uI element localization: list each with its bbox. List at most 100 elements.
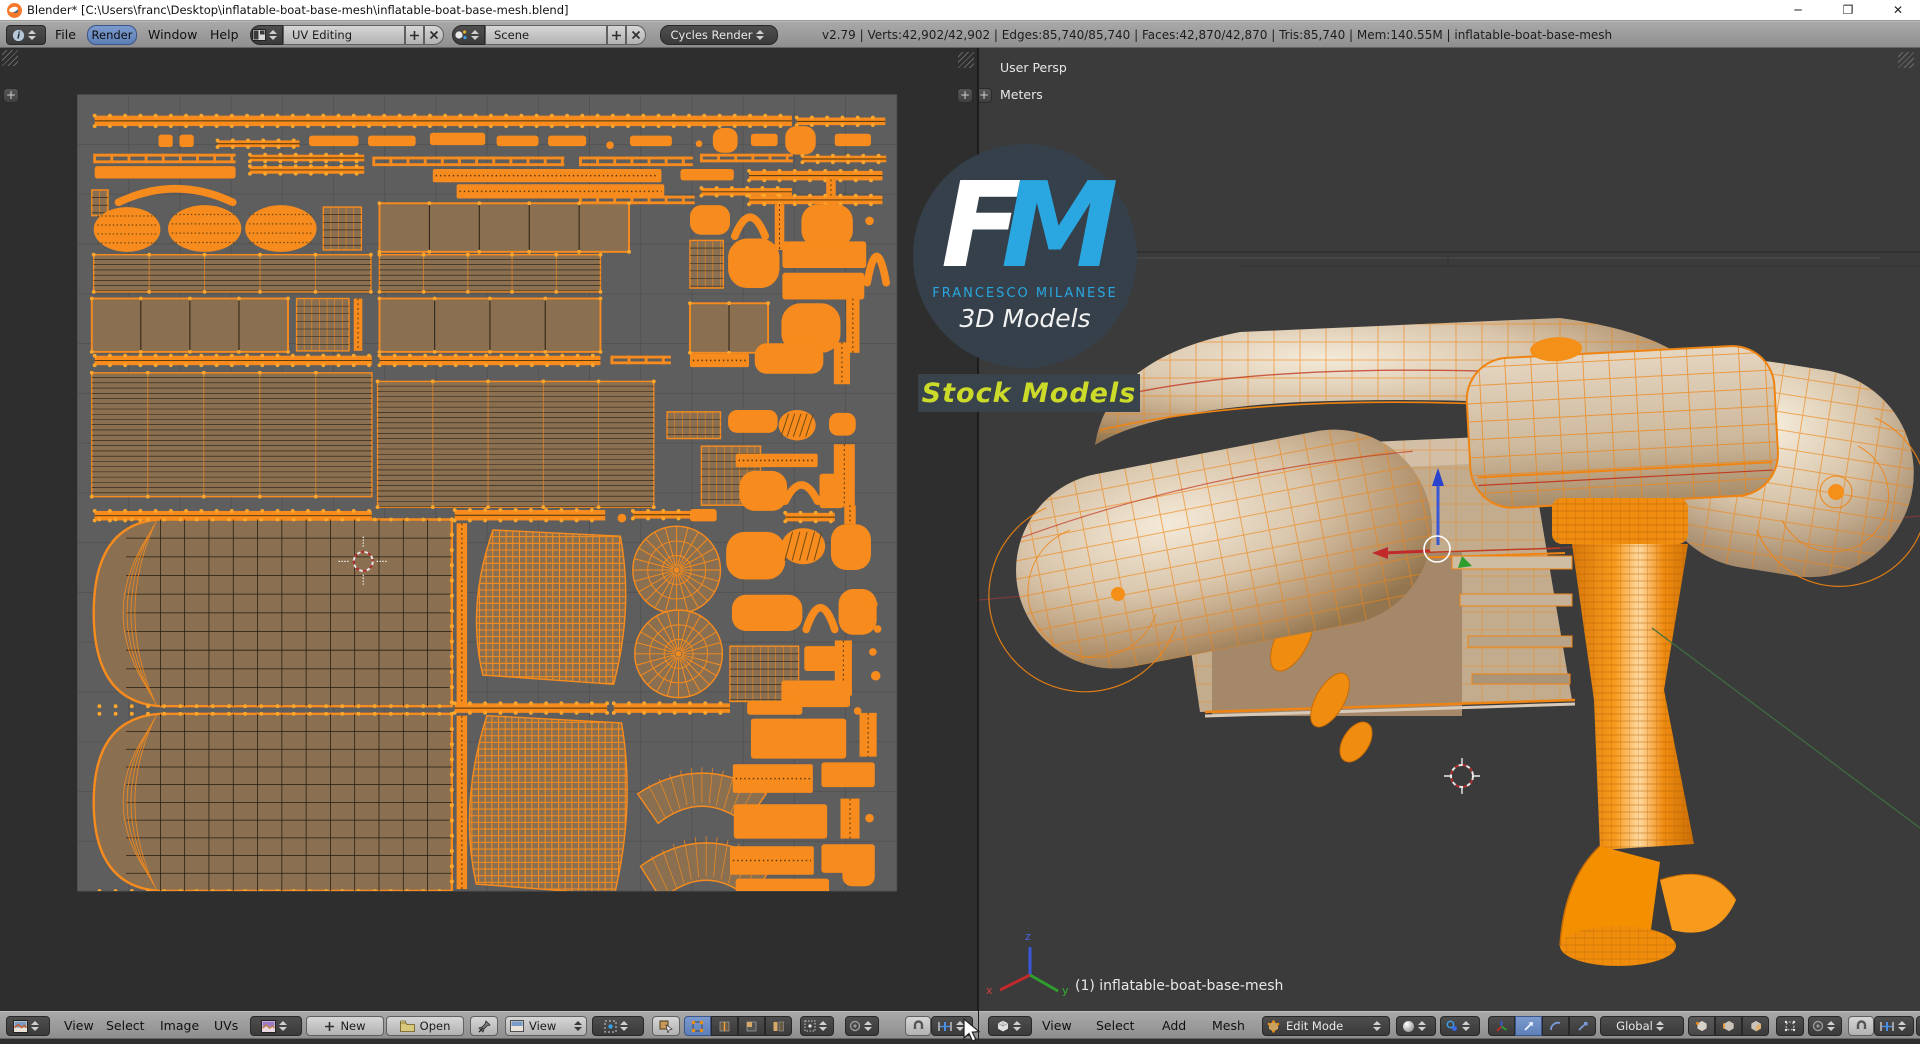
viewport-corner-grip[interactable] [1898,52,1914,68]
uv-select-mode-edge[interactable] [711,1016,738,1036]
uv-toolshelf-expand-button[interactable]: + [3,88,19,103]
vp-menu-add[interactable]: Add [1162,1012,1186,1038]
viewport-view-label: User Persp [1000,60,1067,75]
uv-proportional-edit-dropdown[interactable] [845,1016,879,1036]
vp-occlude-toggle[interactable] [1776,1016,1804,1036]
vp-select-mode-face[interactable] [1742,1016,1769,1036]
scene-browse-button[interactable] [452,25,485,45]
uv-select-mode-face[interactable] [738,1016,765,1036]
vp-manipulator-translate[interactable] [1515,1016,1542,1036]
uv-select-sync-toggle[interactable] [652,1016,680,1036]
uv-menu-uvs[interactable]: UVs [214,1012,238,1038]
vp-mode-dropdown[interactable]: Edit Mode [1262,1016,1390,1036]
fm-logo-circle: F M FRANCESCO MILANESE 3D Models [913,144,1137,368]
vp-orientation-label: Global [1616,1019,1653,1033]
scale-icon [1578,1021,1588,1031]
uv-menu-view[interactable]: View [64,1012,94,1038]
uv-new-image-button[interactable]: New [306,1016,384,1036]
menu-render[interactable]: Render [87,25,137,45]
close-button[interactable]: ✕ [1878,0,1918,20]
mouse-cursor [963,1018,981,1042]
vertex-select-icon [1695,1020,1707,1032]
viewport-3d-canvas [979,48,1920,1011]
uv-menu-select[interactable]: Select [106,1012,145,1038]
vp-menu-select[interactable]: Select [1096,1012,1135,1038]
vp-manipulator-rotate[interactable] [1542,1016,1569,1036]
scene-statistics: v2.79 | Verts:42,902/42,902 | Edges:85,7… [822,27,1613,42]
proportional-edit-icon [849,1020,860,1032]
vp-manipulator-toggle[interactable] [1488,1016,1515,1036]
menu-file[interactable]: File [55,22,76,47]
uv-pin-button[interactable] [470,1016,498,1036]
uv-corner-grip-right[interactable] [958,52,974,68]
stock-models-badge: Stock Models [918,374,1140,412]
vp-select-mode-edge[interactable] [1715,1016,1742,1036]
uv-open-image-label: Open [419,1019,451,1033]
axis-cross-icon [1496,1020,1508,1032]
view3d-editor-icon [996,1019,1009,1033]
uv-canvas[interactable] [0,48,978,1011]
uv-image-browse-button[interactable] [250,1016,302,1036]
uv-corner-grip[interactable] [2,50,18,66]
render-engine-select[interactable]: Cycles Render [660,25,778,45]
stock-models-label: Stock Models [921,377,1137,409]
vp-render-ogl-button[interactable] [1916,1016,1920,1036]
minimize-button[interactable]: ─ [1778,0,1818,20]
uv-snap-toggle[interactable] [905,1016,931,1036]
viewport-editor-type-button[interactable] [988,1016,1032,1036]
scene-icon [455,30,467,40]
editor-type-info-button[interactable]: i [6,25,46,45]
info-header: i File Render Window Help UV Editing Sce… [0,21,1920,65]
uv-menu-image[interactable]: Image [160,1012,199,1038]
vp-menu-mesh[interactable]: Mesh [1212,1012,1245,1038]
vp-manipulator-scale[interactable] [1569,1016,1596,1036]
add-screen-layout-button[interactable] [405,25,424,45]
uv-open-image-button[interactable]: Open [386,1016,464,1036]
vp-snap-toggle[interactable] [1848,1016,1874,1036]
vp-proportional-edit-dropdown[interactable] [1808,1016,1842,1036]
menu-help[interactable]: Help [210,22,239,47]
proportional-edit-icon [1812,1020,1823,1032]
menu-window[interactable]: Window [148,22,197,47]
vp-snap-element-dropdown[interactable] [1874,1016,1914,1036]
screen-layout-name-field[interactable]: UV Editing [283,25,405,45]
scene-name-field[interactable]: Scene [485,25,607,45]
close-x-icon [429,30,439,40]
vp-orientation-dropdown[interactable]: Global [1600,1016,1684,1036]
axis-x-label: x [986,984,993,997]
edge-mode-icon [719,1021,730,1031]
layout-icon [252,29,266,41]
pin-icon [477,1019,491,1033]
uv-select-mode-vertex[interactable] [684,1016,711,1036]
pivot-icon [604,1020,617,1032]
screen-layout-browse-button[interactable] [250,25,283,45]
fm-letter-m: M [1001,156,1119,294]
vp-select-mode-vertex[interactable] [1688,1016,1715,1036]
uv-editor-area[interactable] [0,48,978,1011]
delete-screen-layout-button[interactable] [424,25,444,45]
left-pontoon-cap-center [1111,587,1125,601]
uv-sticky-select-dropdown[interactable] [800,1016,834,1036]
vp-pivot-dropdown[interactable] [1440,1016,1480,1036]
uv-display-view-dropdown[interactable]: View [505,1016,587,1036]
snap-increment-icon [937,1021,952,1031]
uv-pivot-dropdown[interactable] [592,1016,644,1036]
vertex-mode-icon [691,1020,704,1032]
vp-shading-dropdown[interactable] [1396,1016,1436,1036]
uv-editor-type-button[interactable] [6,1016,50,1036]
shading-sphere-icon [1403,1020,1414,1032]
axis-y-label: y [1062,984,1069,997]
face-mode-icon [746,1021,757,1031]
maximize-button[interactable]: ❐ [1828,0,1868,20]
add-scene-button[interactable] [607,25,626,45]
window-title-bar: Blender* [C:\Users\franc\Desktop\inflata… [0,0,1920,21]
folder-icon [399,1020,415,1032]
uv-select-mode-island[interactable] [765,1016,792,1036]
delete-scene-button[interactable] [626,25,646,45]
translate-arrow-icon [1524,1021,1533,1031]
uv-properties-expand-button[interactable]: + [957,88,973,103]
image-editor-icon [13,1019,28,1033]
viewport-3d-area[interactable] [979,48,1920,1011]
edit-mode-icon [1267,1019,1280,1033]
vp-menu-view[interactable]: View [1042,1012,1072,1038]
